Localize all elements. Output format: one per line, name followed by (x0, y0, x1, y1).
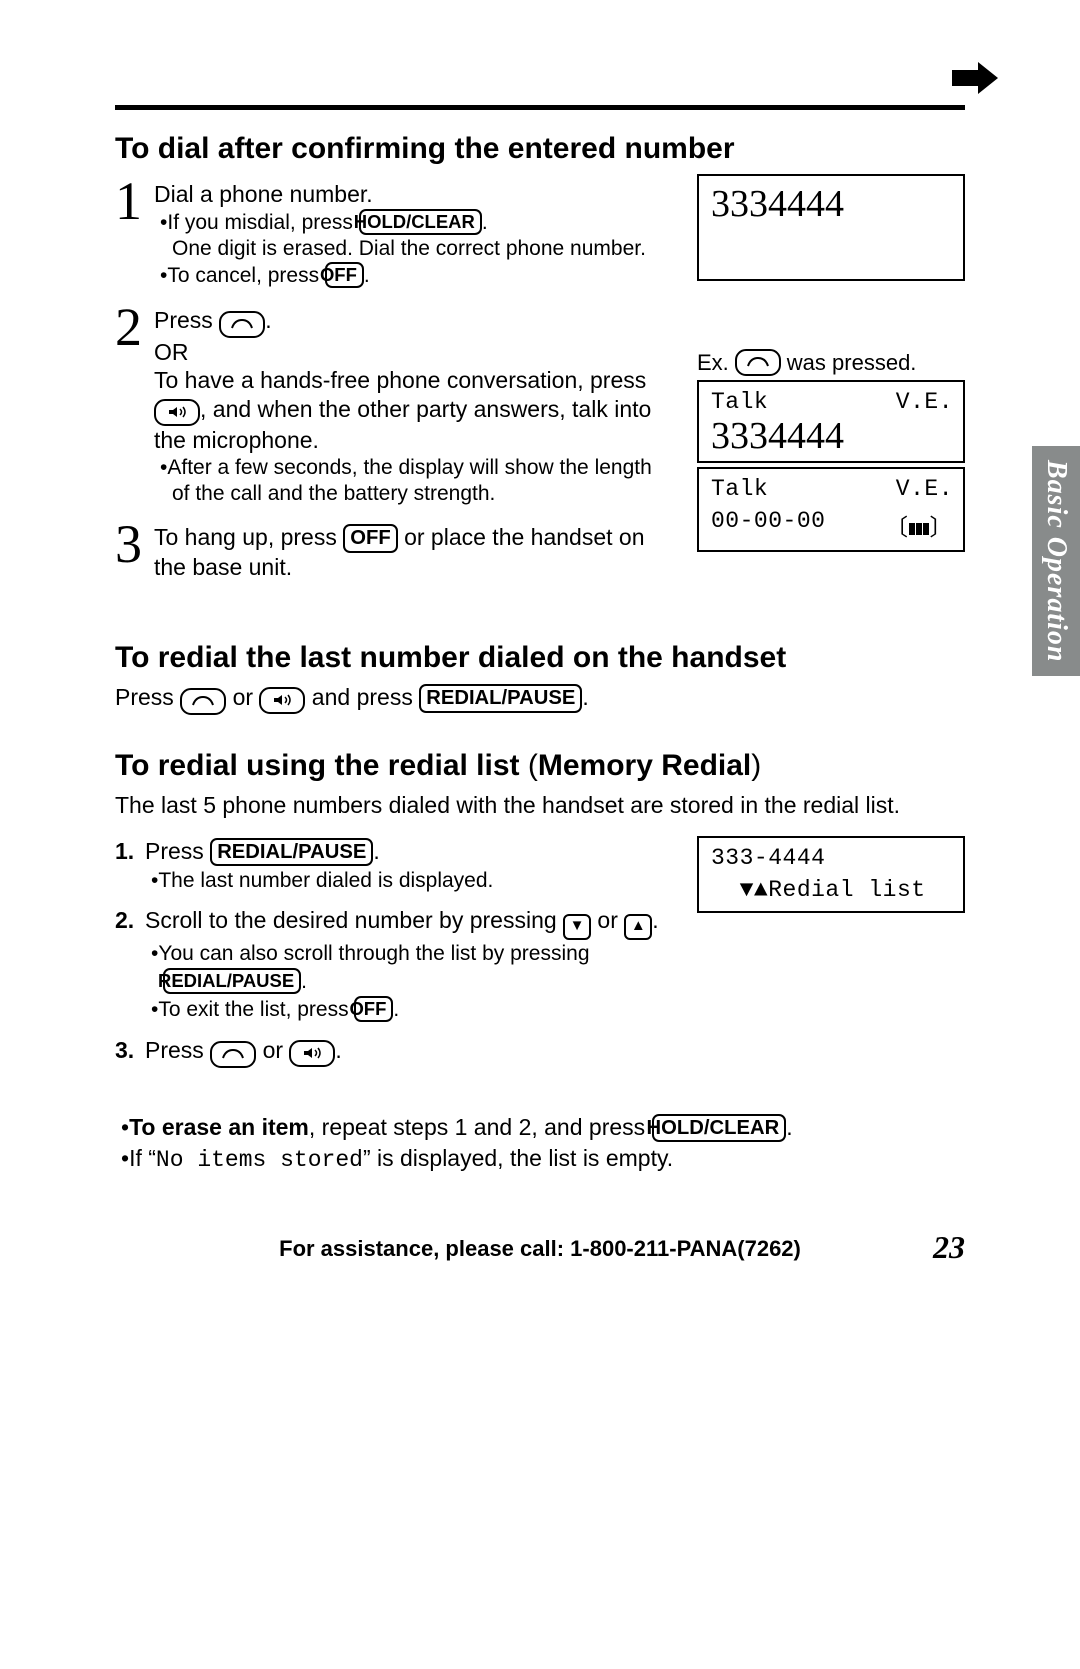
lcd-display-2: Talk V.E. 3334444 (697, 380, 965, 463)
speaker-key-icon (289, 1040, 335, 1067)
list-num: 3. (115, 1035, 137, 1068)
step2-line2: To have a hands-free phone conversation,… (154, 366, 669, 455)
talk-key-icon (219, 311, 265, 338)
lcd-ve: V.E. (896, 476, 953, 502)
list-item-2-sub1: •You can also scroll through the list by… (145, 940, 669, 997)
heading-redial-list: To redial using the redial list (Memory … (115, 749, 965, 783)
off-key: OFF (354, 996, 393, 1022)
lcd-number: 3334444 (711, 183, 953, 223)
redial-last-instructions: Press or and press REDIAL/PAUSE. (115, 683, 965, 715)
lcd-timer: 00-00-00 (711, 508, 825, 542)
talk-key-icon (180, 688, 226, 715)
lcd-redial-label: ▼▲Redial list (711, 877, 953, 903)
talk-key-icon (735, 349, 781, 376)
erase-note: •To erase an item, repeat steps 1 and 2,… (115, 1112, 965, 1143)
step-number: 3 (115, 517, 142, 571)
battery-icon: 〔〕 (885, 508, 953, 542)
redial-list-intro: The last 5 phone numbers dialed with the… (115, 791, 965, 820)
off-key: OFF (325, 262, 364, 288)
hold-clear-key: HOLD/CLEAR (359, 209, 482, 235)
step-number: 1 (115, 174, 142, 228)
speaker-key-icon (154, 399, 200, 426)
speaker-key-icon (259, 687, 305, 714)
step1-note1b: One digit is erased. Dial the correct ph… (154, 236, 669, 262)
heading-redial-last: To redial the last number dialed on the … (115, 641, 965, 675)
list-item-2-sub2: •To exit the list, press OFF. (145, 996, 669, 1024)
redial-pause-key: REDIAL/PAUSE (210, 838, 373, 866)
page-number: 23 (933, 1229, 965, 1266)
step1-note2: •To cancel, press OFF. (154, 262, 669, 289)
step1-note1: •If you misdial, press HOLD/CLEAR. (154, 209, 669, 236)
lcd-redial-number: 333-4444 (711, 845, 953, 871)
list-item-1: Press REDIAL/PAUSE. (145, 836, 493, 867)
list-item-2: Scroll to the desired number by pressing… (145, 905, 669, 939)
lcd-display-1: 3334444 (697, 174, 965, 281)
lcd-number: 3334444 (711, 415, 953, 455)
footer-text: For assistance, please call: 1-800-211-P… (279, 1236, 801, 1261)
down-key-icon: ▼ (563, 914, 591, 940)
empty-note: •If “No items stored” is displayed, the … (115, 1143, 965, 1176)
step2-note: •After a few seconds, the display will s… (154, 455, 669, 508)
lcd-display-redial: 333-4444 ▼▲Redial list (697, 836, 965, 913)
redial-pause-key: REDIAL/PAUSE (163, 968, 301, 994)
step-number: 2 (115, 300, 142, 354)
step2-line1: Press . (154, 306, 669, 338)
lcd-talk: Talk (711, 389, 768, 415)
top-rule (115, 105, 965, 110)
step1-text: Dial a phone number. (154, 180, 669, 209)
list-item-1-sub: •The last number dialed is displayed. (145, 867, 493, 895)
lcd-talk: Talk (711, 476, 768, 502)
step2-or: OR (154, 338, 669, 367)
off-key: OFF (343, 524, 397, 552)
list-num: 1. (115, 836, 137, 895)
list-num: 2. (115, 905, 137, 1024)
up-key-icon: ▲ (624, 914, 652, 940)
example-caption: Ex. was pressed. (697, 349, 965, 376)
step3-text: To hang up, press OFF or place the hands… (154, 523, 669, 581)
lcd-display-3: Talk V.E. 00-00-00 〔〕 (697, 467, 965, 552)
hold-clear-key: HOLD/CLEAR (652, 1114, 787, 1142)
talk-key-icon (210, 1041, 256, 1068)
list-item-3: Press or . (145, 1035, 342, 1068)
redial-pause-key: REDIAL/PAUSE (419, 684, 582, 712)
lcd-ve: V.E. (896, 389, 953, 415)
heading-dial-confirm: To dial after confirming the entered num… (115, 132, 965, 166)
